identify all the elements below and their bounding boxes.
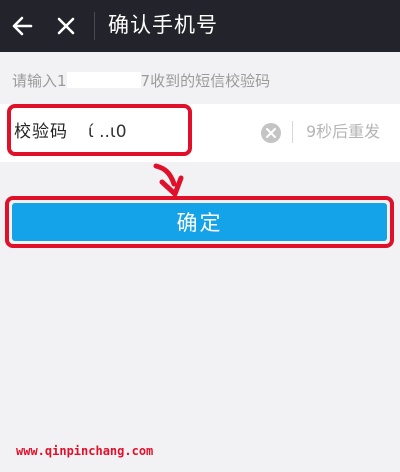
- header-divider: [94, 12, 95, 40]
- resend-countdown[interactable]: 9秒后重发: [306, 120, 380, 144]
- close-button[interactable]: [50, 10, 82, 42]
- arrow-left-icon: [12, 16, 33, 36]
- code-highlight-box: [7, 104, 192, 156]
- masked-phone: [66, 72, 141, 88]
- pointer-arrow-icon: [153, 163, 184, 197]
- sms-hint-suffix: 7收到的短信校验码: [140, 72, 271, 90]
- close-icon: [57, 17, 75, 35]
- watermark: www.qinpinchang.com: [16, 444, 154, 458]
- back-button[interactable]: [6, 10, 38, 42]
- resend-divider: [292, 121, 293, 143]
- sms-hint: 请输入1 7收到的短信校验码: [12, 70, 270, 91]
- confirm-highlight-box: 确定: [5, 196, 394, 248]
- clear-circle-icon[interactable]: [261, 123, 281, 143]
- confirm-button[interactable]: 确定: [12, 203, 387, 241]
- page-title: 确认手机号: [108, 13, 218, 37]
- top-bar: 确认手机号: [0, 0, 400, 52]
- sms-hint-prefix: 请输入1: [12, 72, 67, 90]
